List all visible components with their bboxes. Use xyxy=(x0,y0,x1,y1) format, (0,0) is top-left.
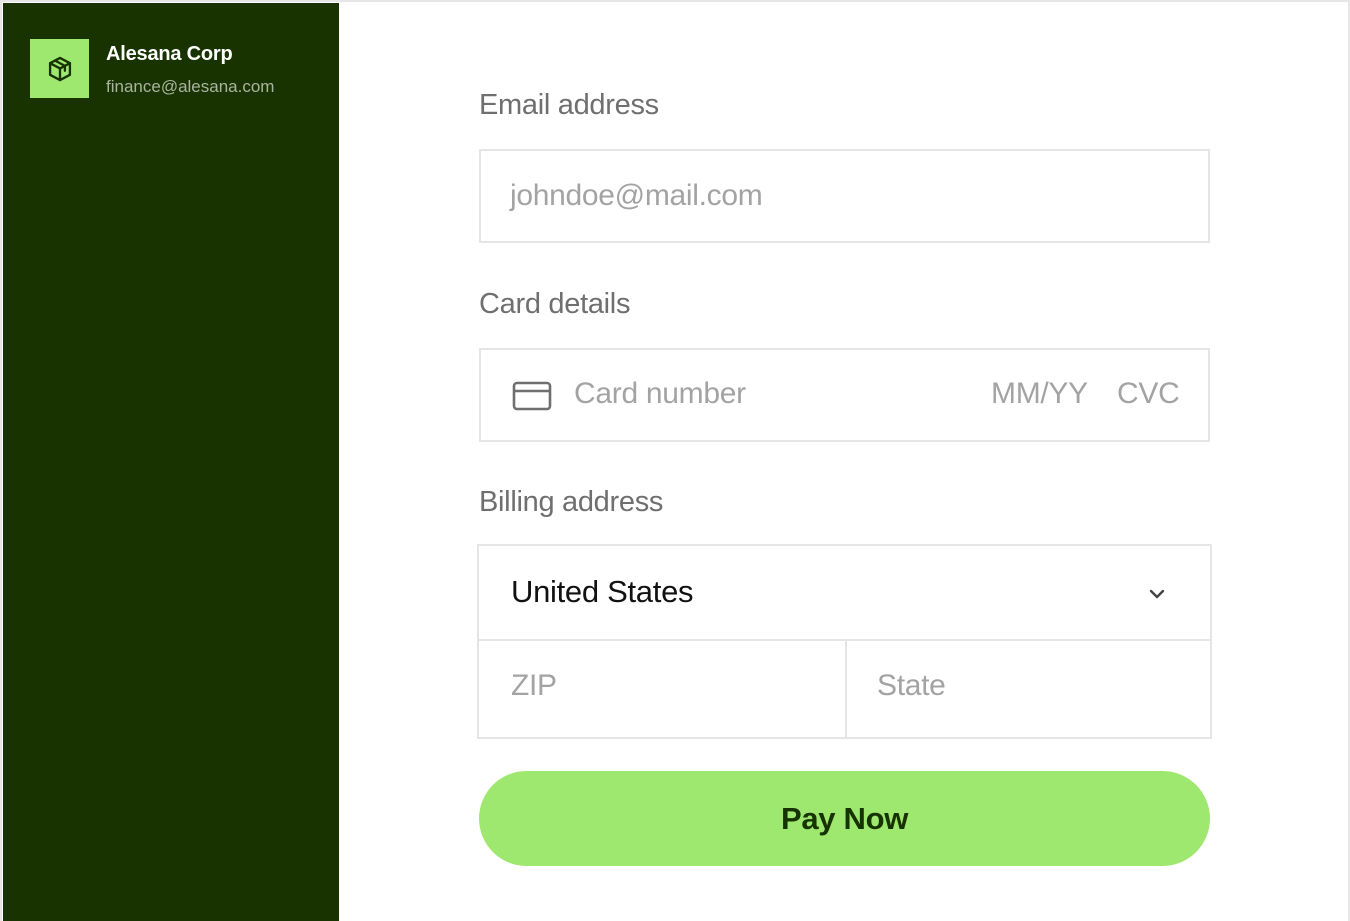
company-email: finance@alesana.com xyxy=(106,77,275,96)
card-cvc-input[interactable]: CVC xyxy=(1117,377,1180,411)
cube-icon xyxy=(48,56,71,81)
card-details-label: Card details xyxy=(479,288,631,320)
country-select-value: United States xyxy=(511,574,694,609)
chevron-down-icon xyxy=(1149,589,1165,599)
zip-placeholder: ZIP xyxy=(511,669,557,702)
email-field[interactable]: johndoe@mail.com xyxy=(479,149,1210,243)
company-name: Alesana Corp xyxy=(106,43,233,65)
email-placeholder: johndoe@mail.com xyxy=(510,179,763,212)
zip-input[interactable]: ZIP xyxy=(479,641,845,737)
sidebar: Alesana Corp finance@alesana.com xyxy=(3,3,339,921)
card-number-input[interactable]: Card number xyxy=(574,377,746,411)
state-placeholder: State xyxy=(877,669,946,702)
company-logo xyxy=(30,39,89,98)
card-details-field[interactable]: Card number MM/YY CVC xyxy=(479,348,1210,442)
card-expiry-input[interactable]: MM/YY xyxy=(991,377,1088,411)
billing-address-label: Billing address xyxy=(479,486,664,518)
state-input[interactable]: State xyxy=(847,641,1210,737)
billing-address-group: United States ZIP State xyxy=(477,544,1212,739)
country-select[interactable]: United States xyxy=(479,546,1210,639)
credit-card-icon xyxy=(512,381,552,411)
pay-now-button[interactable]: Pay Now xyxy=(479,771,1210,866)
email-label: Email address xyxy=(479,89,659,121)
